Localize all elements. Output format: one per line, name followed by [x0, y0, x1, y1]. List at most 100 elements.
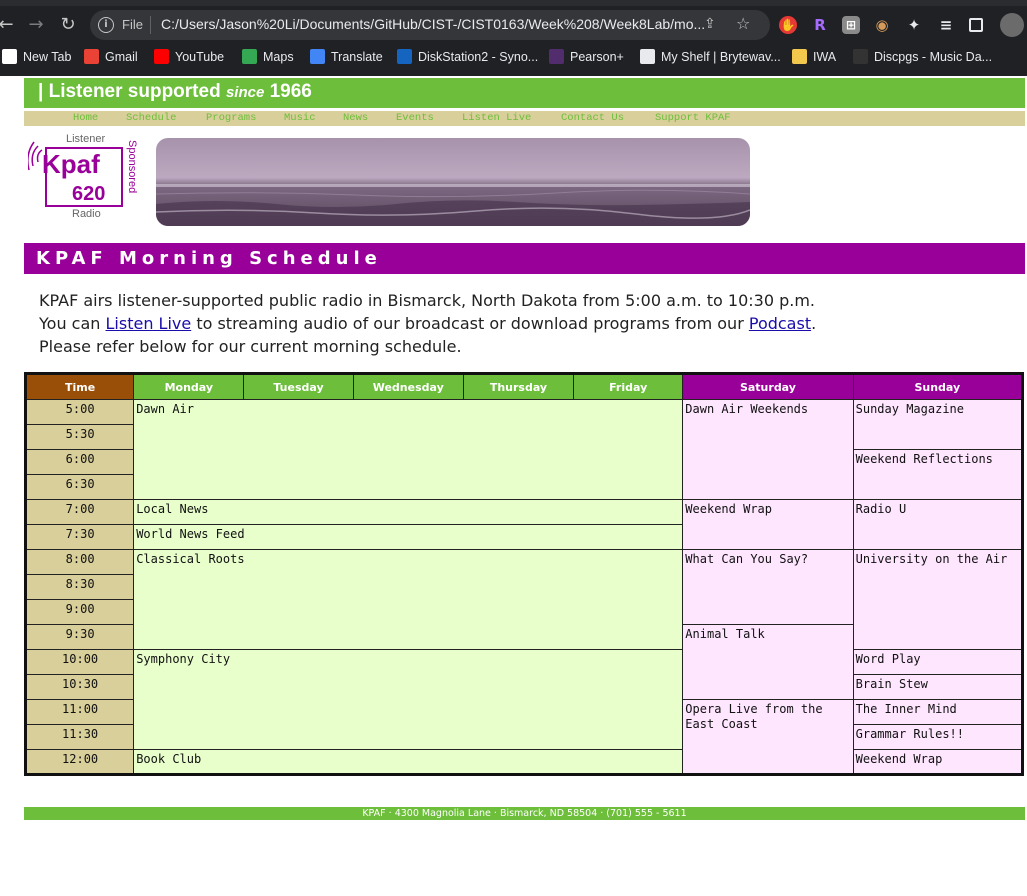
bookmark-diskstation2-syno[interactable]: DiskStation2 - Syno...: [397, 49, 538, 64]
time-slot: 10:30: [24, 674, 135, 700]
cookie-extension-icon[interactable]: ◉: [873, 16, 891, 34]
logo-frequency-text: 620: [72, 183, 105, 205]
intro-text-before: You can: [39, 314, 101, 333]
program-what-can-you-say: What Can You Say?: [682, 549, 854, 625]
gmail-icon: [84, 49, 99, 64]
forward-arrow-icon[interactable]: →: [24, 13, 48, 37]
program-local-news: Local News: [133, 499, 684, 525]
schedule-header-row: Time Monday Tuesday Wednesday Thursday Friday…: [24, 373, 1024, 400]
listen-live-link[interactable]: Listen Live: [106, 314, 192, 333]
schedule-row: 7:00 Local News Weekend Wrap Radio U: [24, 499, 1024, 550]
tagline-prefix: | Listener supported: [38, 81, 221, 102]
program-weekend-wrap: Weekend Wrap: [852, 749, 1024, 775]
nav-link-support-kpaf[interactable]: Support KPAF: [655, 112, 731, 124]
program-word-play: Word Play: [852, 649, 1024, 675]
reading-list-icon[interactable]: ≡: [937, 16, 955, 34]
bookmark-label: DiskStation2 - Syno...: [418, 50, 539, 64]
extensions-puzzle-icon[interactable]: ✦: [905, 16, 923, 34]
bookmarks-bar: New Tab Gmail YouTube Maps Translate DiskStat…: [0, 44, 1027, 72]
tagline-year: 1966: [269, 81, 312, 102]
time-slot: 5:00: [24, 399, 135, 425]
doc-icon: [640, 49, 655, 64]
bookmark-youtube[interactable]: YouTube: [154, 49, 224, 64]
column-header-tuesday: Tuesday: [243, 373, 354, 400]
profile-avatar-icon[interactable]: [1000, 13, 1024, 37]
translate-icon: [310, 49, 325, 64]
time-slot: 6:00: [24, 449, 135, 475]
r-extension-icon[interactable]: R: [811, 16, 829, 34]
schedule-row: 10:00 Symphony City Word Play: [24, 649, 1024, 750]
program-dawn-air: Dawn Air: [133, 399, 684, 500]
intro-line-3: Please refer below for our current morni…: [39, 337, 462, 356]
browser-chrome: ← → ↻ i File C:/Users/Jason%20Li/Documen…: [0, 0, 1027, 76]
program-brain-stew: Brain Stew: [852, 674, 1024, 700]
bookmark-new-tab[interactable]: New Tab: [2, 49, 71, 64]
program-animal-talk: Animal Talk: [682, 624, 854, 700]
schedule-body: 5:00 Dawn Air Dawn Air Weekends Sunday Maga…: [24, 399, 1024, 775]
folder-icon: [792, 49, 807, 64]
address-bar[interactable]: i File C:/Users/Jason%20Li/Documents/Git…: [90, 10, 770, 40]
time-slot: 10:00: [24, 649, 135, 675]
intro-line-1: KPAF airs listener-supported public radi…: [39, 291, 815, 310]
kpaf-logo: Listener Kpaf 620 Radio Sponsored: [28, 133, 138, 218]
time-slot: 8:00: [24, 549, 135, 575]
program-sunday-magazine: Sunday Magazine: [852, 399, 1024, 450]
time-slot: 9:00: [24, 599, 135, 625]
bookmark-label: Translate: [331, 50, 383, 64]
bookmark-pearson[interactable]: Pearson+: [549, 49, 624, 64]
program-radio-u: Radio U: [852, 499, 1024, 550]
reload-icon[interactable]: ↻: [56, 13, 80, 37]
nav-link-music[interactable]: Music: [284, 112, 316, 124]
bookmark-discpgs-music-da[interactable]: Discpgs - Music Da...: [853, 49, 992, 64]
bookmark-translate[interactable]: Translate: [310, 49, 383, 64]
nav-link-home[interactable]: Home: [73, 112, 98, 124]
program-university-on-the-air: University on the Air: [852, 549, 1024, 650]
time-slot: 5:30: [24, 424, 135, 450]
bookmark-star-icon[interactable]: ☆: [736, 14, 750, 33]
column-header-wednesday: Wednesday: [352, 373, 464, 400]
nav-link-programs[interactable]: Programs: [206, 112, 256, 124]
adblock-extension-icon[interactable]: ✋: [779, 16, 797, 34]
site-header-bar: | Listener supported since 1966: [24, 78, 1025, 108]
schedule-row: 5:00 Dawn Air Dawn Air Weekends Sunday Maga…: [24, 399, 1024, 500]
schedule-heading: KPAF Morning Schedule: [24, 243, 1025, 274]
site-nav: Home Schedule Programs Music News Events Liste…: [24, 111, 1025, 126]
side-panel-icon[interactable]: [969, 18, 983, 32]
program-book-club: Book Club: [133, 749, 684, 775]
bookmark-maps[interactable]: Maps: [242, 49, 294, 64]
dsm-icon: [397, 49, 412, 64]
schedule-row: 12:00 Book Club Weekend Wrap: [24, 749, 1024, 775]
column-header-time: Time: [24, 373, 135, 400]
nav-link-schedule[interactable]: Schedule: [126, 112, 176, 124]
time-slot: 11:00: [24, 699, 135, 725]
intro-line-2: You can Listen Live to streaming audio o…: [39, 312, 999, 335]
nav-link-events[interactable]: Events: [396, 112, 434, 124]
site-tagline: | Listener supported since 1966: [38, 81, 312, 103]
gray-extension-icon[interactable]: ⊞: [842, 16, 860, 34]
tagline-since: since: [225, 84, 265, 101]
share-icon[interactable]: ⇪: [704, 16, 716, 32]
bookmark-my-shelf-brytewav[interactable]: My Shelf | Brytewav...: [640, 49, 781, 64]
url-text[interactable]: C:/Users/Jason%20Li/Documents/GitHub/CIS…: [161, 16, 706, 32]
nav-link-news[interactable]: News: [343, 112, 368, 124]
nav-link-contact-us[interactable]: Contact Us: [561, 112, 624, 124]
back-arrow-icon[interactable]: ←: [0, 13, 18, 37]
program-classical-roots: Classical Roots: [133, 549, 684, 650]
ocean-banner-image: [156, 138, 750, 226]
program-symphony-city: Symphony City: [133, 649, 684, 750]
schedule-table: Time Monday Tuesday Wednesday Thursday Friday…: [24, 372, 1024, 776]
logo-radio-text: Radio: [72, 208, 101, 218]
column-header-friday: Friday: [573, 373, 684, 400]
time-slot: 8:30: [24, 574, 135, 600]
bookmark-iwa[interactable]: IWA: [792, 49, 836, 64]
bookmark-gmail[interactable]: Gmail: [84, 49, 138, 64]
program-dawn-air-weekends: Dawn Air Weekends: [682, 399, 854, 500]
bookmark-label: My Shelf | Brytewav...: [661, 50, 781, 64]
info-icon[interactable]: i: [98, 17, 114, 33]
logo-sponsored-text: Sponsored: [126, 140, 138, 193]
column-header-saturday: Saturday: [682, 373, 854, 400]
nav-link-listen-live[interactable]: Listen Live: [462, 112, 531, 124]
bookmark-label: New Tab: [23, 50, 72, 64]
podcast-link[interactable]: Podcast: [749, 314, 811, 333]
time-slot: 7:00: [24, 499, 135, 525]
